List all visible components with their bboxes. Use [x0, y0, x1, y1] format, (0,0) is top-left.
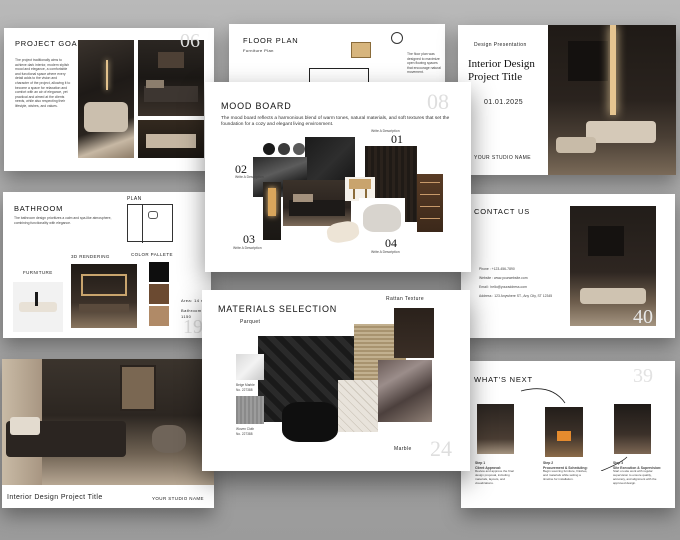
render-studio-name: YOUR STUDIO NAME	[152, 496, 204, 501]
swatch-caption-code-2: No. 227388	[236, 432, 253, 436]
slide-number: 06	[180, 30, 200, 52]
rendering-label: 3D RENDERING	[71, 254, 110, 259]
slide-title: MATERIALS SELECTION	[218, 304, 338, 314]
palette-swatch-tan	[149, 306, 169, 326]
bedroom-photo-bottom	[138, 120, 204, 158]
slide-render[interactable]: Interior Design Project Title YOUR STUDI…	[2, 359, 214, 508]
slide-body-text: The mood board reflects a harmonious ble…	[221, 116, 450, 127]
bathroom-rendering-photo	[71, 264, 137, 328]
step-1-block: Step 1 Client Approval: Review and appro…	[475, 461, 521, 485]
slide-mood-board[interactable]: MOOD BOARD 08 The mood board reflects a …	[205, 82, 471, 272]
palette-dot-3	[293, 143, 305, 155]
black-pillow	[278, 394, 342, 444]
cover-title: Interior Design Project Title	[468, 58, 535, 84]
slide-title: BATHROOM	[14, 204, 64, 213]
armchair-photo	[359, 198, 405, 236]
swatch-caption-code-1: No. 227388	[236, 388, 253, 392]
slide-project-goals[interactable]: PROJECT GOALS The project traditionally …	[4, 28, 214, 171]
bedroom-render-photo	[2, 359, 214, 485]
woven-cloth-sample	[236, 396, 264, 424]
furniture-label: FURNITURE	[23, 270, 53, 275]
swatch-caption-name-1: Beige Marble	[236, 383, 255, 387]
cover-date: 01.01.2025	[484, 99, 524, 106]
cabinet-sketch-icon	[351, 42, 371, 58]
contact-website: Website : www.yourwebsite.com	[479, 276, 528, 280]
step-text: Begin sourcing furniture, finishes, and …	[543, 469, 588, 481]
compass-icon	[391, 32, 403, 44]
slide-number: 39	[633, 365, 653, 387]
slide-whats-next[interactable]: WHAT'S NEXT 39 Step 1 Client Approval: R…	[461, 361, 675, 508]
beige-marble-sample	[236, 354, 264, 380]
slide-title: WHAT'S NEXT	[474, 375, 533, 384]
contact-address: Address : 123 Anywhere ST., Any City, ST…	[479, 294, 553, 298]
swatch-caption-name-2: Woven Cloth	[236, 427, 255, 431]
step-text: Review and approve the final design prop…	[475, 469, 514, 485]
bedroom-photo	[78, 40, 134, 158]
slide-bathroom[interactable]: BATHROOM The bathroom design prioritizes…	[3, 192, 211, 338]
cover-studio-name: YOUR STUDIO NAME	[474, 155, 531, 161]
mood-item-caption-03: Write A Description	[233, 246, 262, 250]
slide-number: 40	[633, 306, 653, 328]
herringbone-texture	[338, 380, 378, 432]
shelf-photo	[417, 174, 443, 232]
slide-materials[interactable]: MATERIALS SELECTION 24 Parquet Rattan Te…	[202, 290, 470, 471]
slide-subtitle: Furniture Plan	[243, 48, 274, 53]
mood-item-number-01: 01	[391, 132, 403, 146]
slide-body-text: The bathroom design prioritizes a calm a…	[14, 216, 112, 225]
cover-title-line2: Project Title	[468, 71, 523, 83]
slide-body-text: The project traditionally aims to achiev…	[15, 58, 71, 108]
mood-item-number-03: 03	[243, 232, 255, 246]
slide-cover[interactable]: Design Presentation Interior Design Proj…	[458, 25, 676, 175]
parquet-label: Parquet	[240, 319, 261, 325]
mood-item-caption-02: Write A Description	[235, 175, 264, 179]
mood-item-number-04: 04	[385, 236, 397, 250]
plan-label: PLAN	[127, 196, 142, 202]
step-connector-arrows	[520, 388, 628, 471]
step-2-block: Step 2 Procurement & Scheduling: Begin s…	[543, 461, 589, 482]
faucet-photo	[13, 282, 63, 332]
slide-title: FLOOR PLAN	[243, 36, 299, 45]
bathroom-plan-drawing	[127, 204, 173, 243]
slide-number: 24	[430, 436, 452, 461]
contact-email: Email : hello@youraddress.com	[479, 285, 527, 289]
slide-title: CONTACT US	[474, 207, 531, 216]
render-title: Interior Design Project Title	[7, 494, 103, 501]
slide-contact[interactable]: CONTACT US Phone : +123-456-7890 Website…	[461, 194, 675, 338]
cover-label: Design Presentation	[474, 42, 527, 48]
floor-plan-note: The floor plan was designed to maximize …	[407, 52, 441, 75]
rattan-label: Rattan Texture	[386, 296, 425, 302]
palette-label: COLOR PALLETE	[131, 252, 173, 257]
palette-swatch-brown	[149, 284, 169, 304]
marble-texture	[378, 360, 432, 422]
step-3-block: Step 3 Site Execution & Supervision: Sta…	[613, 461, 663, 485]
dark-wood-texture	[394, 308, 434, 358]
render-caption-bar: Interior Design Project Title YOUR STUDI…	[2, 485, 214, 508]
mood-item-caption-04: Write A Description	[371, 250, 400, 254]
pillow-photo	[323, 218, 363, 246]
slide-title: MOOD BOARD	[221, 101, 292, 111]
palette-dot-1	[263, 143, 275, 155]
living-room-photo	[548, 25, 676, 175]
palette-dot-2	[278, 143, 290, 155]
cover-title-line1: Interior Design	[468, 58, 535, 70]
palette-swatch-black	[149, 262, 169, 282]
mood-item-caption-01: Write A Description	[371, 129, 400, 133]
marble-label: Marble	[394, 446, 412, 452]
floor-lamp-photo	[263, 182, 281, 240]
contact-phone: Phone : +123-456-7890	[479, 267, 515, 271]
bathroom-label: Bathroom	[181, 308, 202, 313]
slide-number: 19	[183, 316, 203, 338]
step-text: Start on-site work with regular supervis…	[613, 469, 657, 485]
slide-number: 08	[427, 89, 449, 114]
